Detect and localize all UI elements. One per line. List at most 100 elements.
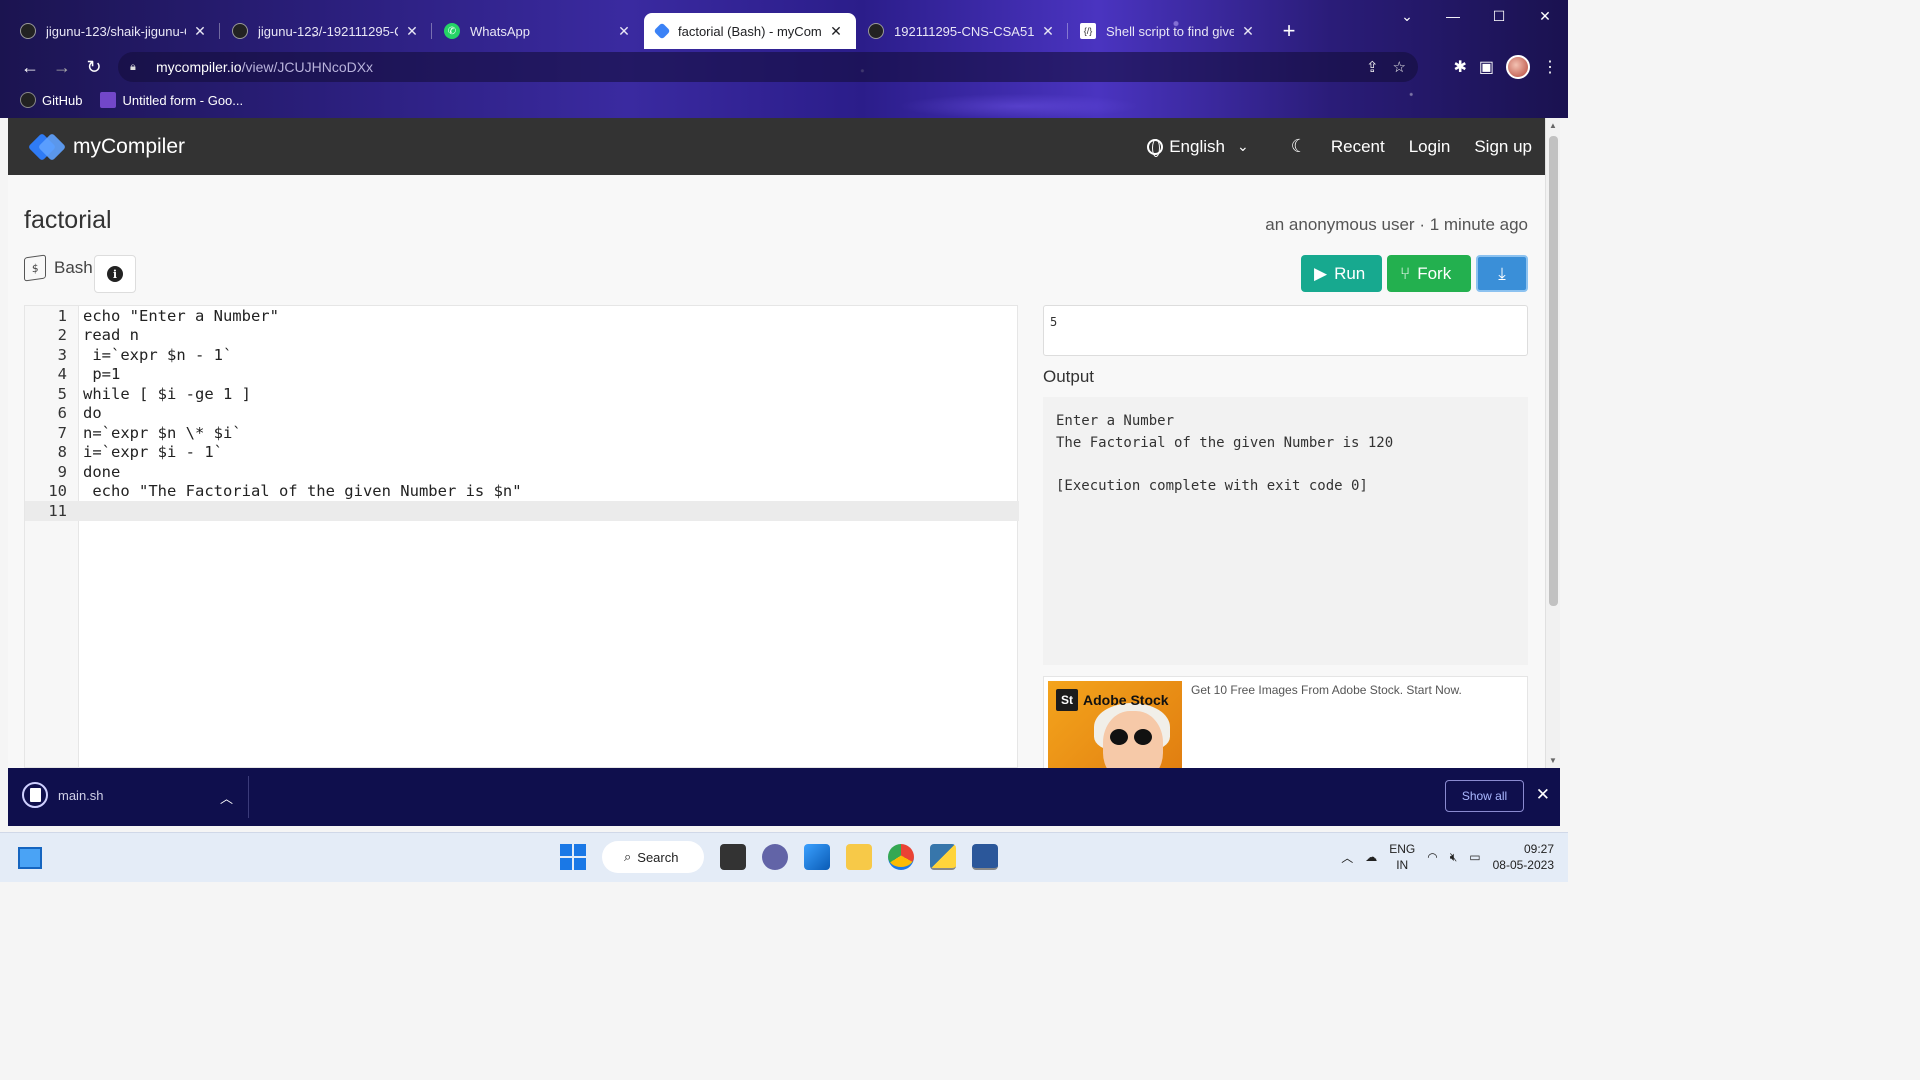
side-panel-icon[interactable]: ▣ <box>1479 57 1494 77</box>
globe-icon <box>1147 138 1164 157</box>
code-line-text: echo "The Factorial of the given Number … <box>83 482 522 501</box>
new-tab-button[interactable]: + <box>1274 13 1304 49</box>
code-line[interactable]: 7 n=`expr $n \* $i` <box>25 423 1019 443</box>
dark-mode-toggle-icon[interactable]: ☾ <box>1291 136 1307 157</box>
close-tab-icon[interactable]: ✕ <box>192 23 208 40</box>
window-controls: ⌄ — ☐ ✕ <box>1384 0 1568 32</box>
speaker-muted-icon[interactable]: 🔇︎ <box>1450 850 1458 865</box>
language-label: $ Bash <box>24 254 93 282</box>
bookmark-github[interactable]: GitHub <box>20 92 82 108</box>
tab-factorial[interactable]: factorial (Bash) - myCompil ✕ <box>644 13 856 49</box>
windows-taskbar: ⌕ Search ︿ ☁ ENG IN ◠ 🔇︎ ▭ 09:27 08-05-2… <box>0 832 1568 882</box>
widgets-icon[interactable] <box>18 847 42 869</box>
show-all-button[interactable]: Show all <box>1445 780 1524 812</box>
page-scrollbar[interactable]: ▲ ▼ <box>1545 118 1560 768</box>
photos-icon[interactable] <box>804 844 830 870</box>
code-line[interactable]: 9 done <box>25 462 1019 482</box>
tab-shell-script[interactable]: {/} Shell script to find given nu ✕ <box>1068 13 1268 49</box>
download-icon: ⤓ <box>1498 263 1506 283</box>
code-editor[interactable]: 1 echo "Enter a Number" 2 read n 3 i=`expr… <box>24 305 1019 768</box>
extensions-icon[interactable]: ✱ <box>1453 57 1466 77</box>
adobe-stock-logo-icon: St <box>1056 689 1078 711</box>
login-link[interactable]: Login <box>1409 137 1451 157</box>
code-line[interactable]: 4 p=1 <box>25 365 1019 385</box>
code-line[interactable]: 10 echo "The Factorial of the given Numb… <box>25 482 1019 502</box>
recent-link[interactable]: Recent <box>1331 137 1385 157</box>
taskbar-search[interactable]: ⌕ Search <box>602 841 704 873</box>
task-view-icon[interactable] <box>720 844 746 870</box>
teams-chat-icon[interactable] <box>762 844 788 870</box>
close-tab-icon[interactable]: ✕ <box>1040 23 1056 40</box>
bookmark-untitled-form[interactable]: Untitled form - Goo... <box>100 92 243 108</box>
tab-github-192111295[interactable]: jigunu-123/-192111295-CL ✕ <box>220 13 432 49</box>
tab-github-shaik[interactable]: jigunu-123/shaik-jigunu-O ✕ <box>8 13 220 49</box>
forward-icon[interactable]: → <box>46 51 78 83</box>
minimize-icon[interactable]: — <box>1430 0 1476 32</box>
language-dropdown[interactable]: English ⌄ <box>1147 137 1249 157</box>
reload-icon[interactable]: ↻ <box>78 51 110 83</box>
code-line[interactable]: 1 echo "Enter a Number" <box>25 306 1019 326</box>
maximize-icon[interactable]: ☐ <box>1476 0 1522 32</box>
adobe-stock-ad[interactable]: St Adobe Stock Get 10 Free Images From A… <box>1043 676 1528 768</box>
ad-text: Get 10 Free Images From Adobe Stock. Sta… <box>1191 683 1462 697</box>
code-line[interactable]: 2 read n <box>25 326 1019 346</box>
word-icon[interactable] <box>972 844 998 870</box>
info-button[interactable]: i <box>94 255 136 293</box>
code-line[interactable]: 8 i=`expr $i - 1` <box>25 443 1019 463</box>
code-line-text: i=`expr $n - 1` <box>83 345 233 364</box>
tab-whatsapp[interactable]: ✆ WhatsApp ✕ <box>432 13 644 49</box>
windows-start-icon[interactable] <box>560 844 586 870</box>
profile-avatar[interactable] <box>1506 55 1530 79</box>
chevron-down-icon: ⌄ <box>1236 138 1249 154</box>
taskbar-clock[interactable]: 09:27 08-05-2023 <box>1493 841 1554 873</box>
star-icon[interactable]: ☆ <box>1393 58 1406 76</box>
close-icon[interactable]: ✕ <box>1536 785 1550 805</box>
close-tab-icon[interactable]: ✕ <box>1240 23 1256 40</box>
close-tab-icon[interactable]: ✕ <box>828 23 844 40</box>
google-forms-icon <box>100 92 117 108</box>
mycompiler-page: myCompiler English ⌄ ☾ Recent Login Sign… <box>8 118 1545 768</box>
code-line-text: i=`expr $i - 1` <box>83 443 223 462</box>
battery-icon[interactable]: ▭ <box>1469 850 1480 864</box>
program-title: factorial <box>24 206 112 234</box>
python-icon[interactable] <box>930 844 956 870</box>
fork-button[interactable]: ⑂ Fork <box>1387 255 1471 292</box>
program-meta: an anonymous user · 1 minute ago <box>1265 215 1528 234</box>
tab-github-cns[interactable]: 192111295-CNS-CSA5174/ ✕ <box>856 13 1068 49</box>
share-icon[interactable]: ⇪ <box>1366 58 1379 76</box>
code-line[interactable]: 6 do <box>25 404 1019 424</box>
code-line-current[interactable]: 11 <box>25 501 1019 521</box>
code-line-text: read n <box>83 326 139 345</box>
code-line[interactable]: 5 while [ $i -ge 1 ] <box>25 384 1019 404</box>
onedrive-icon[interactable]: ☁ <box>1365 850 1377 864</box>
stdin-input[interactable]: 5 <box>1043 305 1528 356</box>
browser-chrome: jigunu-123/shaik-jigunu-O ✕ jigunu-123/-… <box>0 0 1568 118</box>
github-icon <box>20 92 36 108</box>
close-window-icon[interactable]: ✕ <box>1522 0 1568 32</box>
code-line[interactable]: 3 i=`expr $n - 1` <box>25 345 1019 365</box>
lock-icon: 🔒︎ <box>130 60 136 73</box>
close-tab-icon[interactable]: ✕ <box>616 23 632 40</box>
run-button[interactable]: ▶ Run <box>1301 255 1382 292</box>
download-item[interactable]: main.sh <box>22 782 104 808</box>
more-menu-icon[interactable]: ⋮ <box>1542 57 1558 77</box>
chrome-icon[interactable] <box>888 844 914 870</box>
signup-link[interactable]: Sign up <box>1474 137 1532 157</box>
site-navbar: myCompiler English ⌄ ☾ Recent Login Sign… <box>8 118 1545 175</box>
mycompiler-icon <box>653 22 671 40</box>
site-brand[interactable]: myCompiler <box>27 132 185 161</box>
mycompiler-logo-icon <box>27 132 67 161</box>
back-icon[interactable]: ← <box>14 51 46 83</box>
input-language[interactable]: ENG IN <box>1389 841 1415 873</box>
code-line-text: n=`expr $n \* $i` <box>83 423 242 442</box>
wifi-icon[interactable]: ◠ <box>1427 850 1437 864</box>
download-button[interactable]: ⤓ <box>1476 255 1528 292</box>
file-explorer-icon[interactable] <box>846 844 872 870</box>
play-icon: ▶ <box>1314 263 1328 283</box>
fork-icon: ⑂ <box>1400 263 1411 283</box>
address-bar[interactable]: 🔒︎ mycompiler.io/view/JCUJHNcoDXx ⇪ ☆ <box>118 52 1418 82</box>
close-tab-icon[interactable]: ✕ <box>404 23 420 40</box>
chevron-up-icon[interactable]: ︿ <box>220 788 233 807</box>
chevron-down-icon[interactable]: ⌄ <box>1384 0 1430 32</box>
chevron-up-icon[interactable]: ︿ <box>1341 849 1353 866</box>
